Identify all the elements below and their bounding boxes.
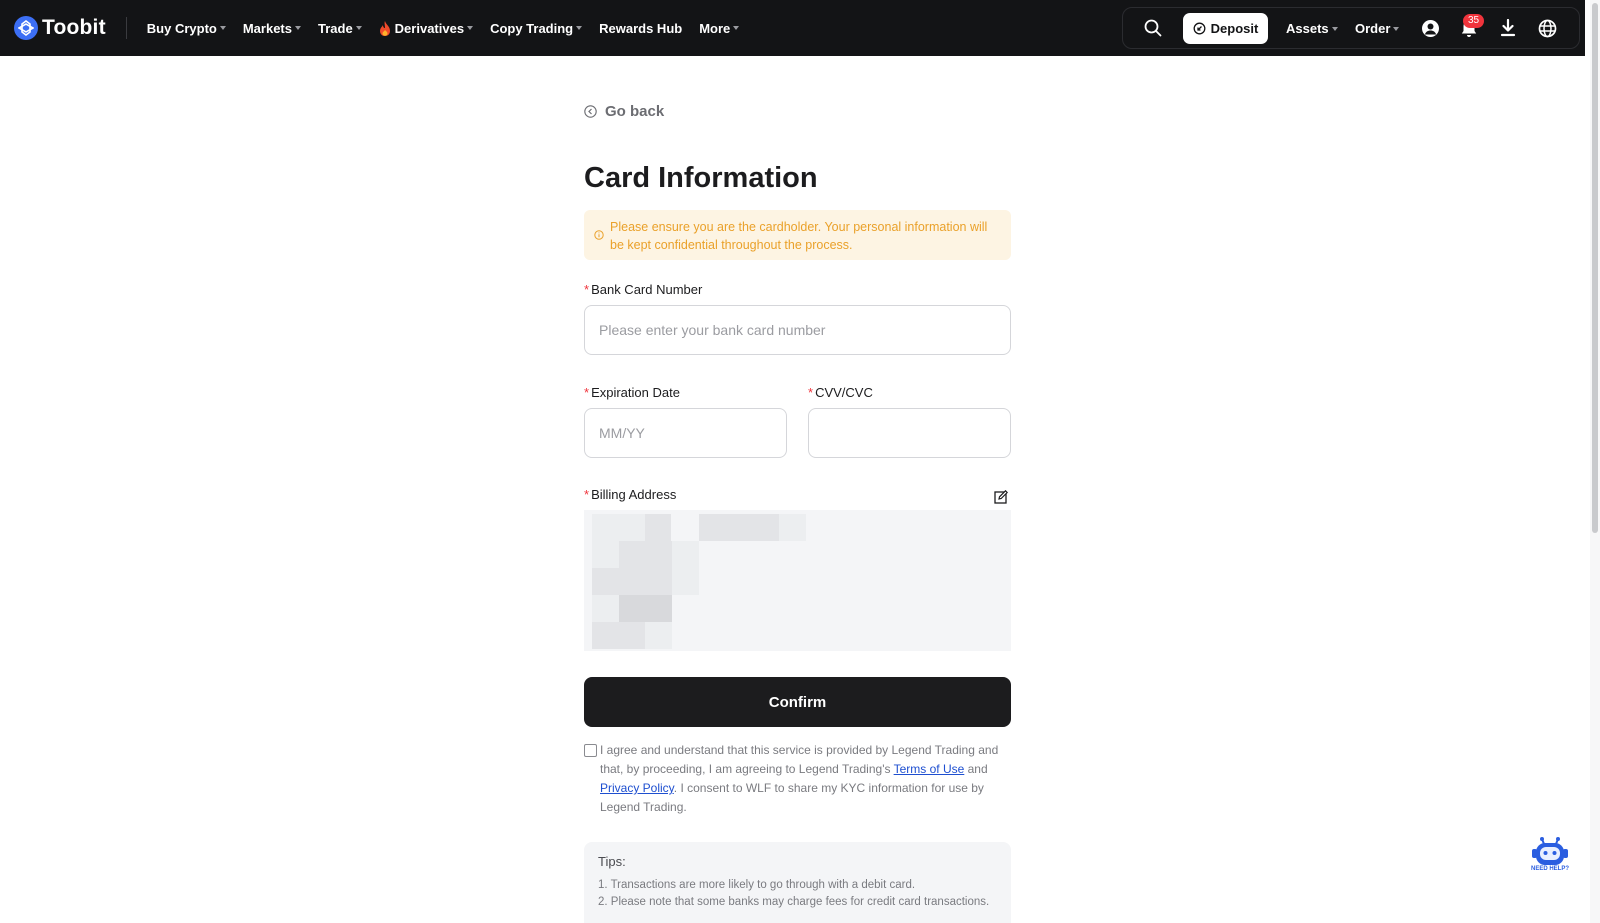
top-navbar: Toobit Buy Crypto Markets Trade Derivati…	[0, 0, 1585, 56]
nav-more-label: More	[699, 20, 731, 36]
caret-down-icon	[467, 26, 474, 30]
billing-address-label: * Billing Address	[584, 487, 676, 502]
tips-item: 2. Please note that some banks may charg…	[598, 896, 990, 908]
scrollbar-thumb[interactable]	[1592, 3, 1598, 533]
nav-buy-crypto[interactable]: Buy Crypto	[147, 21, 226, 36]
nav-derivatives[interactable]: Derivatives	[379, 20, 474, 36]
tips-box: Tips: 1. Transactions are more likely to…	[584, 842, 1011, 923]
nav-trade-label: Trade	[317, 20, 353, 36]
info-icon	[594, 230, 604, 240]
brand-name: Toobit	[42, 16, 106, 39]
redaction-block	[699, 514, 779, 541]
nav-copy-trading[interactable]: Copy Trading	[490, 20, 583, 36]
redaction-block	[592, 568, 672, 595]
caret-down-icon	[294, 26, 301, 30]
billing-address-label-text: Billing Address	[591, 487, 677, 502]
nav-buy-crypto-label: Buy Crypto	[146, 20, 217, 36]
billing-address-redacted	[584, 510, 1011, 651]
nav-markets-label: Markets	[242, 20, 292, 36]
user-avatar-icon[interactable]	[1420, 18, 1440, 38]
nav-rewards-hub[interactable]: Rewards Hub	[599, 21, 682, 36]
redaction-block	[619, 595, 672, 622]
caret-down-icon	[733, 26, 740, 30]
deposit-label: Deposit	[1210, 21, 1259, 36]
required-mark: *	[584, 385, 590, 400]
deposit-button[interactable]: Deposit	[1183, 13, 1268, 44]
caret-down-icon	[355, 26, 362, 30]
toobit-logo-icon	[14, 16, 38, 40]
redaction-block	[779, 514, 806, 541]
tips-item: 1. Transactions are more likely to go th…	[598, 879, 916, 891]
page-title: Card Information	[584, 162, 818, 194]
nav-order-label: Order	[1355, 21, 1391, 36]
nav-right-toolbar: Deposit Assets Order 35	[1122, 7, 1580, 49]
nav-order[interactable]: Order	[1355, 21, 1400, 36]
card-number-label-text: Bank Card Number	[591, 282, 703, 297]
nav-copy-trading-label: Copy Trading	[490, 20, 574, 36]
redaction-block	[619, 541, 672, 568]
main-menu: Buy Crypto Markets Trade Derivatives Cop…	[147, 20, 740, 36]
required-mark: *	[584, 487, 590, 502]
card-number-input[interactable]	[584, 305, 1011, 355]
redaction-block	[645, 622, 672, 649]
confirm-button[interactable]: Confirm	[584, 677, 1011, 727]
agreement-text: I agree and understand that this service…	[600, 741, 1011, 817]
privacy-policy-link[interactable]: Privacy Policy	[600, 781, 674, 795]
redaction-block	[672, 541, 699, 595]
cvv-label: * CVV/CVC	[808, 385, 873, 400]
nav-rewards-hub-label: Rewards Hub	[599, 20, 683, 36]
download-icon[interactable]	[1498, 18, 1518, 38]
nav-assets[interactable]: Assets	[1286, 21, 1338, 36]
nav-divider	[125, 17, 127, 39]
go-back-link[interactable]: Go back	[584, 103, 664, 120]
nav-markets[interactable]: Markets	[243, 21, 301, 36]
expiration-date-label-text: Expiration Date	[591, 385, 680, 400]
notification-count-badge: 35	[1463, 14, 1485, 28]
go-back-label: Go back	[605, 103, 665, 120]
cvv-label-text: CVV/CVC	[815, 385, 873, 400]
help-chat-button[interactable]: NEED HELP?	[1530, 836, 1570, 876]
edit-icon[interactable]	[994, 489, 1009, 509]
card-number-label: * Bank Card Number	[584, 282, 702, 297]
flame-icon	[379, 20, 391, 36]
agreement-text-part2: and	[964, 762, 988, 776]
caret-down-icon	[576, 26, 583, 30]
caret-down-icon	[1393, 26, 1400, 31]
caret-down-icon	[1331, 26, 1338, 31]
redaction-block	[592, 595, 619, 622]
page-scrollbar[interactable]	[1590, 0, 1600, 923]
redaction-block	[592, 541, 619, 568]
nav-more[interactable]: More	[699, 20, 740, 36]
redaction-block	[592, 514, 645, 541]
notice-text: Please ensure you are the cardholder. Yo…	[610, 220, 988, 252]
back-arrow-icon	[584, 105, 597, 118]
deposit-icon	[1193, 22, 1206, 35]
help-robot-icon	[1532, 837, 1568, 865]
caret-down-icon	[219, 26, 226, 30]
required-mark: *	[808, 385, 814, 400]
nav-derivatives-label: Derivatives	[394, 20, 465, 36]
globe-language-icon[interactable]	[1537, 18, 1557, 38]
tips-title: Tips:	[598, 854, 626, 869]
redaction-block	[592, 622, 645, 649]
brand[interactable]: Toobit	[14, 16, 106, 40]
expiration-date-label: * Expiration Date	[584, 385, 680, 400]
agreement-row: I agree and understand that this service…	[584, 741, 1011, 817]
cardholder-notice: Please ensure you are the cardholder. Yo…	[584, 210, 1011, 260]
agreement-checkbox[interactable]	[584, 744, 597, 757]
expiration-date-input[interactable]	[584, 408, 787, 458]
help-label: NEED HELP?	[1530, 866, 1569, 872]
nav-assets-label: Assets	[1286, 21, 1329, 36]
terms-of-use-link[interactable]: Terms of Use	[894, 762, 965, 776]
nav-trade[interactable]: Trade	[318, 21, 362, 36]
search-icon[interactable]	[1143, 18, 1163, 38]
required-mark: *	[584, 282, 590, 297]
cvv-input[interactable]	[808, 408, 1011, 458]
redaction-block	[645, 514, 671, 541]
